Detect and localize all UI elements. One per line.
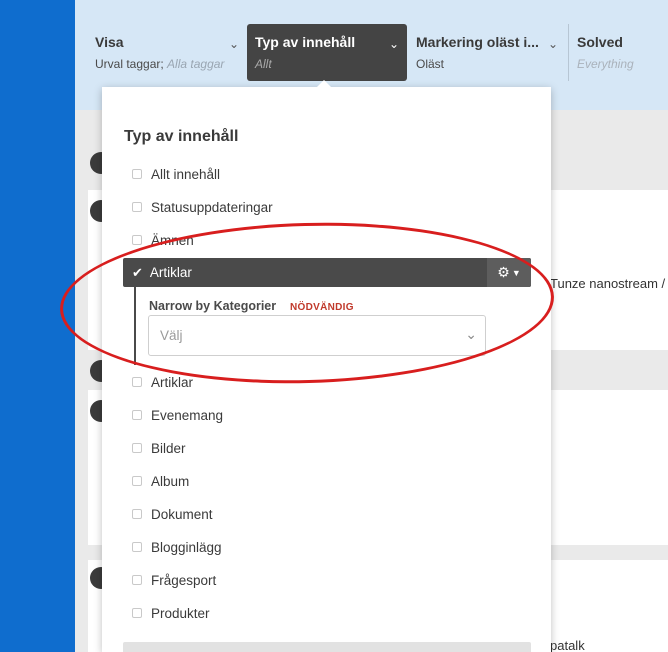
- dropdown-heading: Typ av innehåll: [124, 128, 239, 145]
- checkbox[interactable]: [132, 575, 142, 585]
- filter-visa[interactable]: Visa Urval taggar; Alla taggar ⌄: [87, 24, 247, 81]
- option-album[interactable]: Album: [132, 470, 189, 492]
- required-badge: NÖDVÄNDIG: [290, 302, 354, 313]
- option-allt-innehall[interactable]: Allt innehåll: [132, 163, 220, 185]
- select-placeholder: Välj: [160, 328, 183, 343]
- checkbox[interactable]: [132, 509, 142, 519]
- option-label: Dokument: [151, 506, 213, 522]
- filter-markering-value: Oläst: [416, 57, 445, 71]
- filter-markering-title: Markering oläst i...: [416, 34, 539, 50]
- option-label: Statusuppdateringar: [151, 199, 273, 215]
- option-amnen[interactable]: Ämnen: [132, 229, 194, 251]
- option-bilder[interactable]: Bilder: [132, 437, 186, 459]
- filter-bar: Visa Urval taggar; Alla taggar ⌄ Typ av …: [75, 0, 668, 88]
- dropdown-caret: [317, 80, 331, 87]
- filter-visa-value: Urval taggar; Alla taggar: [95, 57, 239, 71]
- filter-visa-value-text: Urval taggar;: [95, 57, 164, 71]
- filter-solved-value-muted: Everything: [577, 57, 634, 71]
- option-label: Frågesport: [151, 572, 217, 588]
- content-snippet: Tunze nanostream /: [550, 276, 666, 291]
- filter-typ-title: Typ av innehåll: [255, 34, 356, 50]
- content-snippet: patalk: [550, 638, 585, 652]
- chevron-down-icon: ⌄: [465, 326, 477, 342]
- option-produkter[interactable]: Produkter: [132, 602, 210, 624]
- filter-visa-value-muted: Alla taggar: [167, 57, 225, 71]
- filter-solved[interactable]: Solved Everything: [568, 24, 668, 81]
- option-label: Artiklar: [149, 265, 192, 280]
- option-dokument[interactable]: Dokument: [132, 503, 213, 525]
- option-label: Album: [151, 473, 190, 489]
- option-statusuppdateringar[interactable]: Statusuppdateringar: [132, 196, 273, 218]
- option-label: Ämnen: [151, 232, 194, 248]
- chevron-down-icon: ⌄: [388, 37, 399, 51]
- gear-icon: ⚙: [497, 264, 510, 280]
- checkbox[interactable]: [132, 443, 142, 453]
- filter-typ-value-muted: Allt: [255, 57, 272, 71]
- option-label: Bilder: [151, 440, 186, 456]
- chevron-down-icon: ⌄: [228, 37, 239, 51]
- option-label: Produkter: [151, 605, 210, 621]
- checkbox[interactable]: [132, 169, 142, 179]
- caret-down-icon: ▼: [511, 267, 521, 278]
- option-label: Blogginlägg: [151, 539, 222, 555]
- option-blogginlagg[interactable]: Blogginlägg: [132, 536, 222, 558]
- option-evenemang[interactable]: Evenemang: [132, 404, 223, 426]
- option-label: Artiklar: [151, 374, 194, 390]
- settings-menu-button[interactable]: ⚙ ▼: [487, 258, 531, 287]
- kategorier-select[interactable]: Välj ⌄: [148, 315, 486, 356]
- checkbox[interactable]: [132, 202, 142, 212]
- dropdown-footer: [123, 642, 531, 652]
- filter-solved-value: Everything: [577, 57, 660, 71]
- option-artiklar-selected[interactable]: ✔ Artiklar ⚙ ▼: [123, 258, 531, 287]
- filter-typ-value: Allt: [255, 57, 399, 71]
- check-icon: ✔: [132, 264, 143, 280]
- option-label: Evenemang: [151, 407, 224, 423]
- option-fragesport[interactable]: Frågesport: [132, 569, 216, 591]
- checkbox[interactable]: [132, 476, 142, 486]
- option-label: Allt innehåll: [151, 166, 221, 182]
- filter-solved-title: Solved: [577, 34, 623, 50]
- content-type-dropdown: Typ av innehåll Allt innehåll Statusuppd…: [102, 80, 551, 652]
- checkbox[interactable]: [132, 608, 142, 618]
- checkbox[interactable]: [132, 235, 142, 245]
- filter-typ[interactable]: Typ av innehåll Allt ⌄: [247, 24, 407, 81]
- checkbox[interactable]: [132, 410, 142, 420]
- narrow-by-label: Narrow by Kategorier: [149, 299, 277, 313]
- option-artiklar[interactable]: Artiklar: [132, 371, 193, 393]
- checkbox[interactable]: [132, 377, 142, 387]
- filter-markering[interactable]: Markering oläst i... Oläst ⌄: [408, 24, 566, 81]
- chevron-down-icon: ⌄: [547, 37, 558, 51]
- filter-visa-title: Visa: [95, 34, 124, 50]
- checkbox[interactable]: [132, 542, 142, 552]
- sub-options-indicator: [134, 287, 136, 365]
